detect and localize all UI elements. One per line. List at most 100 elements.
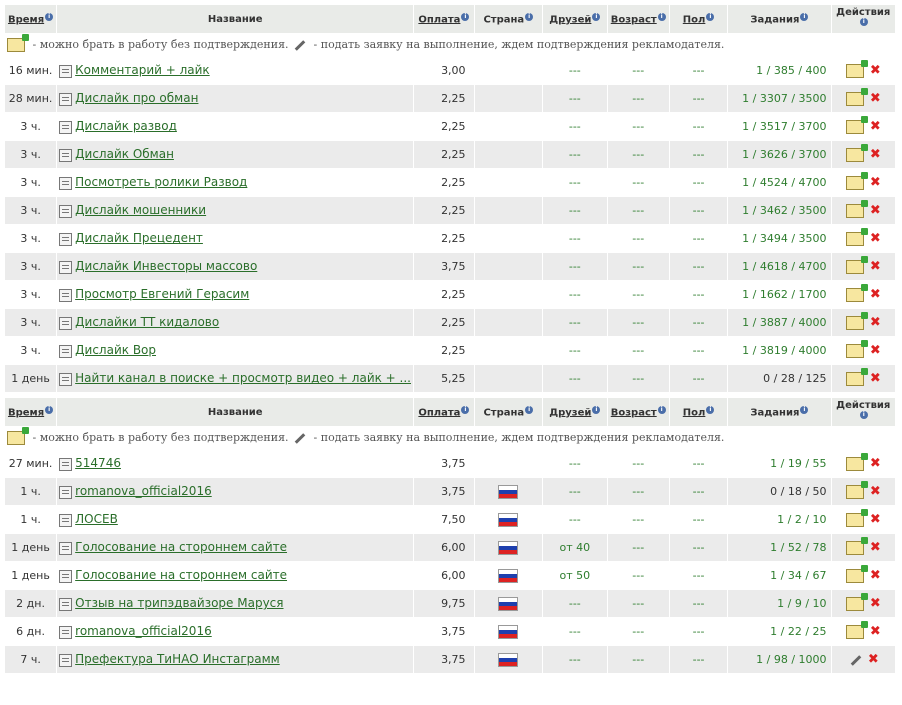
header-gender[interactable]: Пол i	[669, 398, 728, 426]
header-friends-label[interactable]: Друзей	[549, 407, 591, 418]
take-task-button[interactable]	[845, 171, 868, 190]
take-task-button[interactable]	[845, 199, 868, 218]
header-pay[interactable]: Оплата i	[414, 398, 474, 426]
take-task-button[interactable]	[845, 87, 868, 106]
task-details-icon[interactable]	[59, 541, 73, 555]
task-details-icon[interactable]	[59, 569, 73, 583]
header-gender-label[interactable]: Пол	[683, 14, 706, 25]
hide-task-icon[interactable]: ✖	[870, 259, 881, 274]
task-link[interactable]: Дислайк развод	[75, 119, 177, 133]
header-pay-label[interactable]: Оплата	[418, 14, 460, 25]
hide-task-icon[interactable]: ✖	[870, 343, 881, 358]
hide-task-icon[interactable]: ✖	[870, 231, 881, 246]
task-details-icon[interactable]	[59, 457, 73, 471]
hide-task-icon[interactable]: ✖	[870, 484, 881, 499]
task-details-icon[interactable]	[59, 344, 73, 358]
take-task-button[interactable]	[845, 255, 868, 274]
task-link[interactable]: Посмотреть ролики Развод	[75, 175, 247, 189]
header-time[interactable]: Время i	[5, 398, 57, 426]
take-task-button[interactable]	[845, 480, 868, 499]
task-link[interactable]: Комментарий + лайк	[75, 63, 210, 77]
hide-task-icon[interactable]: ✖	[870, 315, 881, 330]
task-link[interactable]: Дислайк мошенники	[75, 203, 206, 217]
hide-task-icon[interactable]: ✖	[870, 175, 881, 190]
header-time-label[interactable]: Время	[8, 14, 44, 25]
hide-task-icon[interactable]: ✖	[870, 624, 881, 639]
hide-task-icon[interactable]: ✖	[870, 371, 881, 386]
hide-task-icon[interactable]: ✖	[870, 568, 881, 583]
task-link[interactable]: Дислайк Вор	[75, 343, 156, 357]
task-details-icon[interactable]	[59, 148, 73, 162]
info-icon[interactable]: i	[859, 411, 868, 420]
info-icon[interactable]: i	[706, 12, 715, 21]
take-task-button[interactable]	[845, 59, 868, 78]
take-task-button[interactable]	[845, 536, 868, 555]
task-link[interactable]: Найти канал в поиске + просмотр видео + …	[75, 371, 411, 385]
header-age[interactable]: Возраст i	[607, 398, 669, 426]
header-friends[interactable]: Друзей i	[543, 5, 607, 33]
hide-task-icon[interactable]: ✖	[870, 147, 881, 162]
task-link[interactable]: Префектура ТиНАО Инстаграмм	[75, 652, 280, 666]
info-icon[interactable]: i	[859, 18, 868, 27]
task-details-icon[interactable]	[59, 260, 73, 274]
hide-task-icon[interactable]: ✖	[868, 652, 879, 667]
task-details-icon[interactable]	[59, 513, 73, 527]
header-pay[interactable]: Оплата i	[414, 5, 474, 33]
task-link[interactable]: Голосование на стороннем сайте	[75, 540, 287, 554]
task-link[interactable]: ЛОСЕВ	[75, 512, 118, 526]
take-task-button[interactable]	[845, 311, 868, 330]
task-details-icon[interactable]	[59, 625, 73, 639]
task-details-icon[interactable]	[59, 653, 73, 667]
take-task-button[interactable]	[845, 367, 868, 386]
hide-task-icon[interactable]: ✖	[870, 119, 881, 134]
info-icon[interactable]: i	[706, 405, 715, 414]
task-link[interactable]: Голосование на стороннем сайте	[75, 568, 287, 582]
task-details-icon[interactable]	[59, 485, 73, 499]
task-link[interactable]: romanova_official2016	[75, 484, 212, 498]
header-gender-label[interactable]: Пол	[683, 407, 706, 418]
take-task-button[interactable]	[845, 508, 868, 527]
task-details-icon[interactable]	[59, 232, 73, 246]
task-link[interactable]: romanova_official2016	[75, 624, 212, 638]
header-friends-label[interactable]: Друзей	[549, 14, 591, 25]
task-details-icon[interactable]	[59, 64, 73, 78]
hide-task-icon[interactable]: ✖	[870, 596, 881, 611]
hide-task-icon[interactable]: ✖	[870, 540, 881, 555]
header-time-label[interactable]: Время	[8, 407, 44, 418]
take-task-button[interactable]	[845, 115, 868, 134]
task-link[interactable]: 514746	[75, 456, 121, 470]
info-icon[interactable]: i	[657, 405, 666, 414]
task-link[interactable]: Отзыв на трипэдвайзоре Маруся	[75, 596, 283, 610]
header-age-label[interactable]: Возраст	[611, 14, 657, 25]
hide-task-icon[interactable]: ✖	[870, 91, 881, 106]
take-task-button[interactable]	[845, 592, 868, 611]
info-icon[interactable]: i	[45, 405, 54, 414]
info-icon[interactable]: i	[461, 12, 470, 21]
header-time[interactable]: Время i	[5, 5, 57, 33]
take-task-button[interactable]	[845, 283, 868, 302]
info-icon[interactable]: i	[800, 12, 809, 21]
task-link[interactable]: Дислайк Обман	[75, 147, 174, 161]
header-pay-label[interactable]: Оплата	[418, 407, 460, 418]
take-task-button[interactable]	[845, 143, 868, 162]
header-friends[interactable]: Друзей i	[543, 398, 607, 426]
apply-task-button[interactable]	[848, 653, 862, 667]
task-details-icon[interactable]	[59, 372, 73, 386]
task-link[interactable]: Дислайк про обман	[75, 91, 198, 105]
header-gender[interactable]: Пол i	[669, 5, 728, 33]
info-icon[interactable]: i	[525, 12, 534, 21]
info-icon[interactable]: i	[525, 405, 534, 414]
info-icon[interactable]: i	[45, 12, 54, 21]
info-icon[interactable]: i	[592, 12, 601, 21]
task-link[interactable]: Дислайки ТТ кидалово	[75, 315, 219, 329]
take-task-button[interactable]	[845, 452, 868, 471]
hide-task-icon[interactable]: ✖	[870, 203, 881, 218]
task-details-icon[interactable]	[59, 176, 73, 190]
task-details-icon[interactable]	[59, 288, 73, 302]
task-link[interactable]: Просмотр Евгений Герасим	[75, 287, 249, 301]
task-details-icon[interactable]	[59, 597, 73, 611]
header-age-label[interactable]: Возраст	[611, 407, 657, 418]
task-link[interactable]: Дислайк Инвесторы массово	[75, 259, 257, 273]
info-icon[interactable]: i	[657, 12, 666, 21]
task-details-icon[interactable]	[59, 204, 73, 218]
